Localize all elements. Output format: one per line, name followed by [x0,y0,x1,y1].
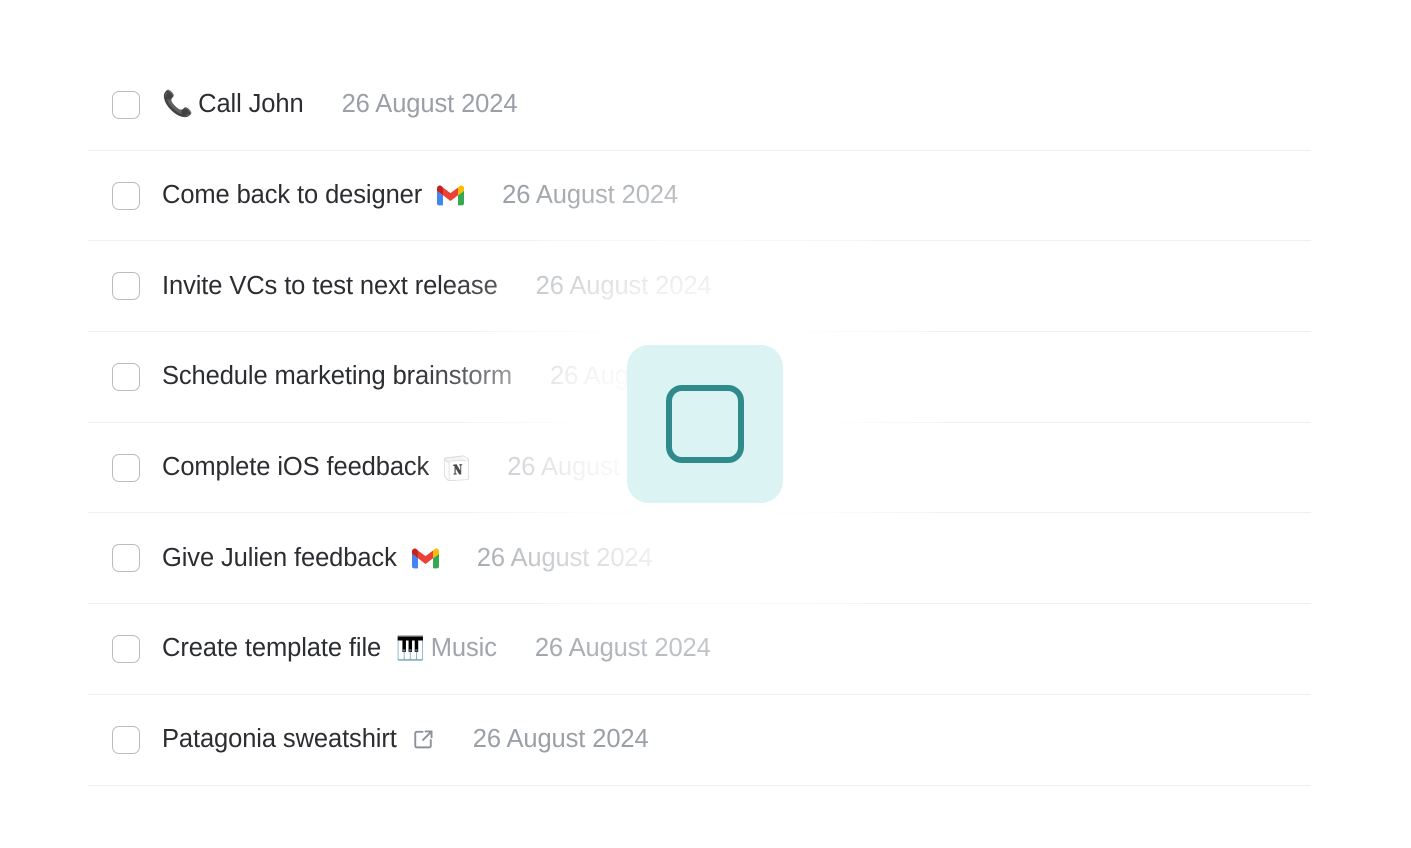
task-main: Invite VCs to test next release [162,272,498,301]
task-title: Schedule marketing brainstorm [162,362,513,391]
task-title: Create template file [162,634,382,663]
task-title: Patagonia sweatshirt [162,725,397,754]
table-row[interactable]: Complete iOS feedback 26 August 2024 [88,423,1311,514]
table-row[interactable]: Invite VCs to test next release 26 Augus… [88,241,1311,333]
task-date: 26 August 2024 [472,725,649,754]
table-row[interactable]: Patagonia sweatshirt 26 August 2024 [88,695,1311,786]
task-date: 26 August 2024 [502,181,678,210]
task-main: Patagonia sweatshirt [162,725,435,754]
task-checkbox[interactable] [112,272,140,301]
task-list: 📞 Call John 26 August 2024 Come back to … [88,60,1311,786]
gmail-icon[interactable] [437,185,465,206]
task-title: Come back to designer [162,181,423,210]
task-list-screen: 📞 Call John 26 August 2024 Come back to … [0,0,1411,848]
task-checkbox[interactable] [112,634,140,663]
task-main: 📞 Call John [162,90,304,119]
table-row[interactable]: Come back to designer 26 August 2024 [88,151,1311,242]
task-checkbox[interactable] [112,453,140,482]
notion-icon[interactable] [444,454,470,482]
task-checkbox[interactable] [112,181,140,210]
gmail-icon[interactable] [411,548,439,569]
task-checkbox[interactable] [112,725,140,754]
task-date: 26 August 2024 [507,453,684,482]
task-title: Invite VCs to test next release [162,271,498,300]
task-date: 26 August 2024 [550,362,726,391]
table-row[interactable]: 📞 Call John 26 August 2024 [88,60,1311,151]
task-checkbox[interactable] [112,544,140,573]
task-main: Schedule marketing brainstorm [162,362,512,391]
table-row[interactable]: Give Julien feedback 26 August 2024 [88,513,1311,605]
table-row[interactable]: Create template file 🎹 Music 26 August 2… [88,604,1311,695]
table-row[interactable]: Schedule marketing brainstorm 26 August … [88,332,1311,423]
task-checkbox[interactable] [112,90,140,119]
task-main: Give Julien feedback [162,544,439,573]
task-date: 26 August 2024 [341,90,518,119]
task-title: Complete iOS feedback [162,453,430,482]
task-source-label: Music [430,634,497,663]
task-title: Call John [198,90,304,119]
task-main: Come back to designer [162,181,465,210]
task-date: 26 August 2024 [534,634,711,663]
musical-keyboard-icon[interactable]: 🎹 [396,637,425,660]
task-main: Complete iOS feedback [162,453,470,482]
external-link-icon[interactable] [412,728,435,751]
task-main: Create template file 🎹 Music [162,634,497,663]
task-title: Give Julien feedback [162,543,397,572]
task-date: 26 August 2024 [476,543,653,572]
telephone-receiver-emoji: 📞 [162,90,194,119]
task-date: 26 August 2024 [535,271,712,300]
task-checkbox[interactable] [112,362,140,391]
